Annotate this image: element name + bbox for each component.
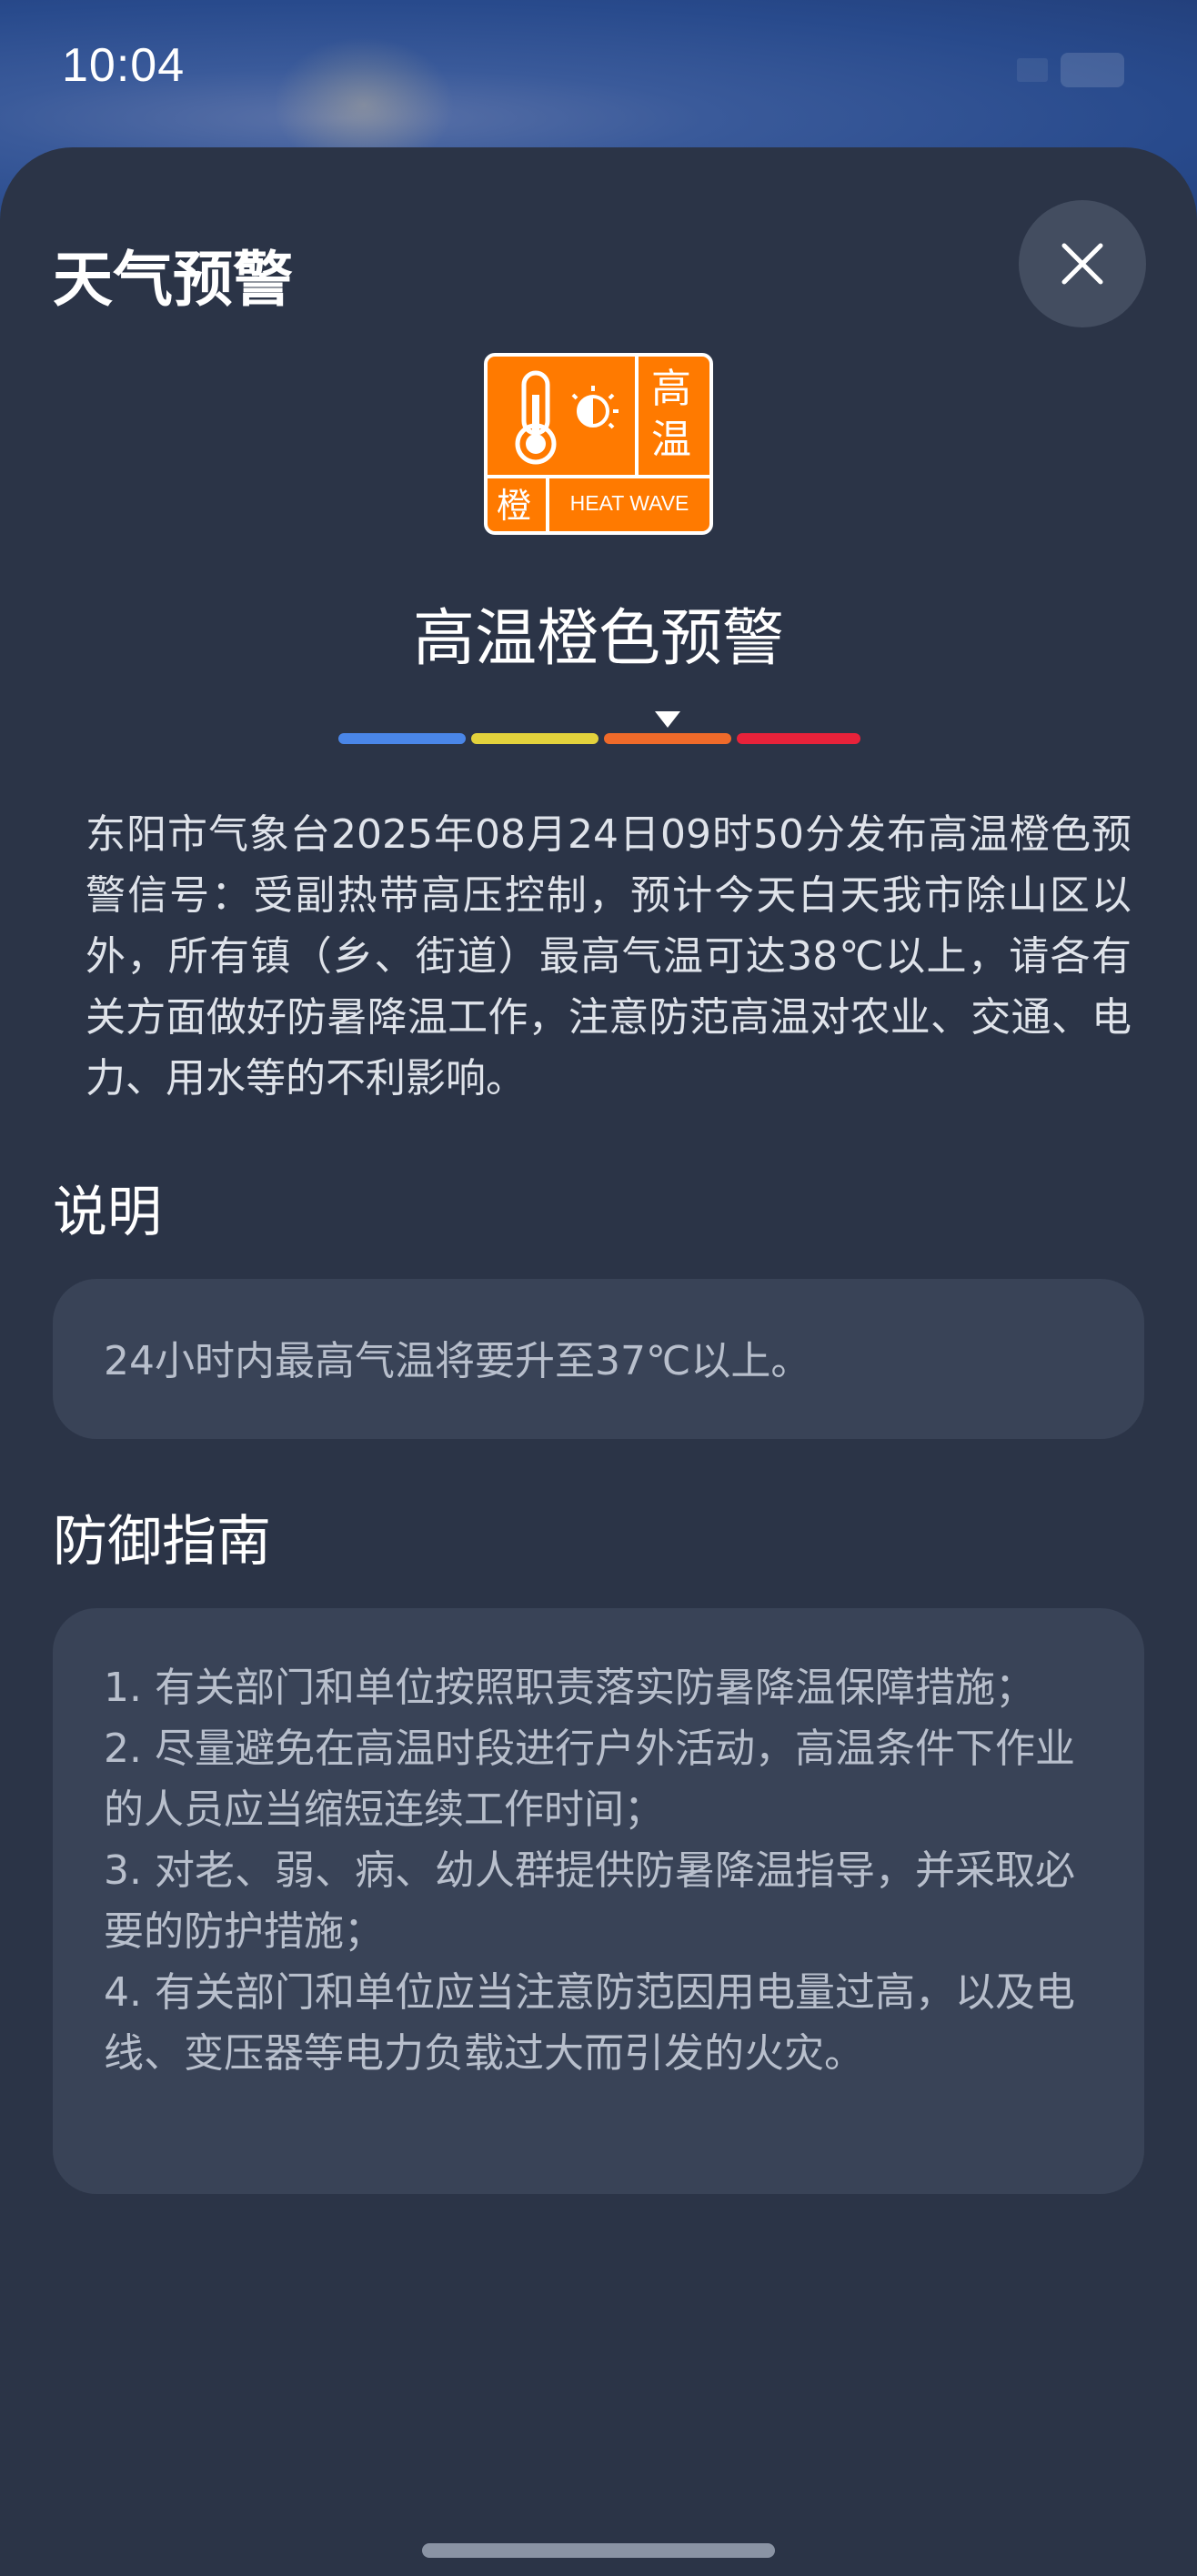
badge-divider	[488, 475, 709, 478]
weather-warning-sheet: 天气预警 高 温 橙 HEAT WAVE 高温橙色预警 东阳市气象台2025年0…	[0, 147, 1197, 2576]
home-indicator[interactable]	[422, 2543, 775, 2558]
level-segment-red	[737, 733, 860, 744]
guide-item: 3. 对老、弱、病、幼人群提供防暑降温指导，并采取必要的防护措施；	[104, 1847, 1075, 1955]
signal-icon	[1017, 58, 1048, 82]
badge-char-level: 橙	[497, 486, 532, 526]
badge-divider	[635, 357, 639, 475]
warning-name: 高温橙色预警	[412, 603, 784, 675]
level-marker-icon	[655, 711, 680, 728]
close-icon	[1061, 243, 1103, 285]
level-segment-blue	[338, 733, 466, 744]
explanation-card: 24小时内最高气温将要升至37℃以上。	[53, 1279, 1144, 1439]
badge-english: HEAT WAVE	[569, 491, 689, 515]
thermometer-sun-icon	[515, 370, 619, 465]
status-time: 10:04	[62, 39, 186, 92]
explanation-text: 24小时内最高气温将要升至37℃以上。	[104, 1338, 811, 1384]
badge-divider	[546, 475, 549, 531]
guide-item: 1. 有关部门和单位按照职责落实防暑降温保障措施；	[104, 1665, 1035, 1711]
sheet-title: 天气预警	[53, 245, 293, 315]
warning-level-bar	[338, 711, 860, 757]
guide-item: 4. 有关部门和单位应当注意防范因用电量过高，以及电线、变压器等电力负载过大而引…	[104, 1969, 1075, 2077]
guide-heading: 防御指南	[53, 1510, 271, 1574]
status-icons	[1017, 53, 1124, 87]
warning-badge: 高 温 橙 HEAT WAVE	[484, 353, 713, 535]
status-bar: 10:04	[0, 0, 1197, 146]
close-button[interactable]	[1019, 200, 1146, 327]
battery-icon	[1061, 53, 1124, 87]
guide-card: 1. 有关部门和单位按照职责落实防暑降温保障措施； 2. 尽量避免在高温时段进行…	[53, 1608, 1144, 2194]
level-segment-yellow	[471, 733, 598, 744]
badge-char-top: 高	[651, 366, 691, 412]
warning-description: 东阳市气象台2025年08月24日09时50分发布高温橙色预警信号：受副热带高压…	[86, 811, 1132, 1102]
guide-item: 2. 尽量避免在高温时段进行户外活动，高温条件下作业的人员应当缩短连续工作时间；	[104, 1726, 1075, 1833]
badge-char-bottom: 温	[651, 417, 691, 463]
level-segment-orange	[604, 733, 731, 744]
explanation-heading: 说明	[53, 1181, 162, 1244]
